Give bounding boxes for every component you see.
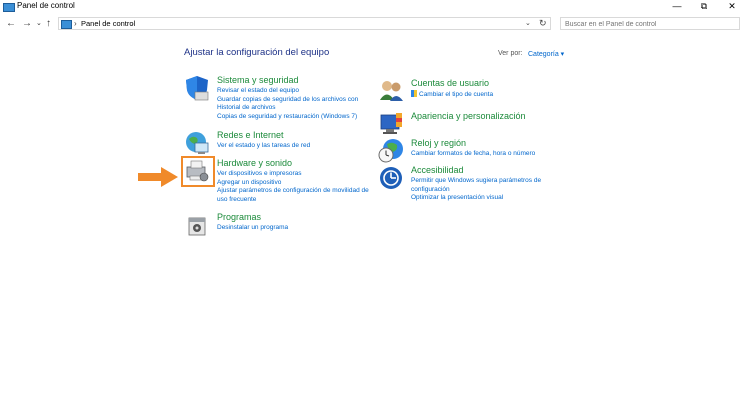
window-title: Panel de control [17, 1, 75, 10]
link-backup-restore[interactable]: Copias de seguridad y restauración (Wind… [217, 113, 358, 122]
link-backup-files-cont[interactable]: Historial de archivos [217, 104, 358, 113]
network-globe-icon[interactable] [184, 130, 210, 156]
accessibility-icon[interactable] [378, 165, 404, 191]
view-by-dropdown[interactable]: Categoría ▾ [528, 50, 564, 58]
title-bar: Panel de control — ⧉ ✕ [0, 0, 745, 14]
category-title[interactable]: Cuentas de usuario [411, 78, 489, 88]
category-title[interactable]: Hardware y sonido [217, 158, 292, 168]
link-change-date-formats[interactable]: Cambiar formatos de fecha, hora o número [411, 150, 535, 159]
back-arrow-icon[interactable]: ← [6, 18, 16, 29]
link-optimize-visual-display[interactable]: Optimizar la presentación visual [411, 194, 541, 203]
link-devices-printers[interactable]: Ver dispositivos e impresoras [217, 170, 369, 179]
annotation-arrow-icon [138, 167, 178, 187]
up-arrow-icon[interactable]: ↑ [46, 18, 51, 29]
breadcrumb-separator-icon[interactable]: › [74, 18, 77, 29]
category-title[interactable]: Redes e Internet [217, 130, 284, 140]
link-uninstall-program[interactable]: Desinstalar un programa [217, 224, 288, 233]
programs-icon[interactable] [184, 212, 210, 238]
uac-shield-icon [411, 90, 417, 97]
category-title[interactable]: Programas [217, 212, 261, 222]
annotation-highlight-box [181, 156, 215, 187]
search-input[interactable] [565, 19, 735, 29]
address-dropdown-icon[interactable]: ⌄ [525, 19, 531, 27]
search-box[interactable] [560, 17, 740, 30]
close-button[interactable]: ✕ [721, 0, 743, 12]
link-windows-suggest-settings[interactable]: Permitir que Windows sugiera parámetros … [411, 177, 541, 186]
recent-locations-chevron-icon[interactable]: ⌄ [36, 18, 42, 29]
address-box[interactable]: › Panel de control › ⌄ ↻ [58, 17, 551, 30]
appearance-monitor-icon[interactable] [378, 111, 404, 137]
link-mobility-settings-cont[interactable]: uso frecuente [217, 196, 369, 205]
maximize-button[interactable]: ⧉ [693, 0, 715, 12]
forward-arrow-icon[interactable]: → [22, 18, 32, 29]
link-label: Cambiar el tipo de cuenta [419, 91, 494, 98]
page-title: Ajustar la configuración del equipo [184, 47, 330, 58]
category-title[interactable]: Apariencia y personalización [411, 111, 526, 121]
link-network-status[interactable]: Ver el estado y las tareas de red [217, 142, 310, 151]
link-add-device[interactable]: Agregar un dispositivo [217, 179, 369, 188]
view-by-label: Ver por: [498, 50, 523, 57]
breadcrumb-chevron-icon[interactable]: › [131, 18, 134, 29]
control-panel-app-icon [3, 3, 15, 12]
breadcrumb-control-panel[interactable]: Panel de control [81, 19, 135, 28]
address-bar-row: ← → ⌄ ↑ › Panel de control › ⌄ ↻ [0, 15, 745, 32]
link-windows-suggest-settings-cont[interactable]: configuración [411, 186, 541, 195]
link-check-computer-status[interactable]: Revisar el estado del equipo [217, 87, 358, 96]
shield-icon[interactable] [184, 75, 210, 101]
minimize-button[interactable]: — [666, 0, 688, 12]
link-backup-files[interactable]: Guardar copias de seguridad de los archi… [217, 96, 358, 105]
category-title[interactable]: Reloj y región [411, 138, 466, 148]
clock-globe-icon[interactable] [378, 138, 404, 164]
refresh-icon[interactable]: ↻ [539, 18, 547, 29]
users-icon[interactable] [378, 78, 404, 104]
control-panel-icon [61, 20, 72, 29]
link-mobility-settings[interactable]: Ajustar parámetros de configuración de m… [217, 187, 369, 196]
link-change-account-type[interactable]: Cambiar el tipo de cuenta [411, 90, 493, 100]
category-title[interactable]: Sistema y seguridad [217, 75, 299, 85]
category-title[interactable]: Accesibilidad [411, 165, 464, 175]
